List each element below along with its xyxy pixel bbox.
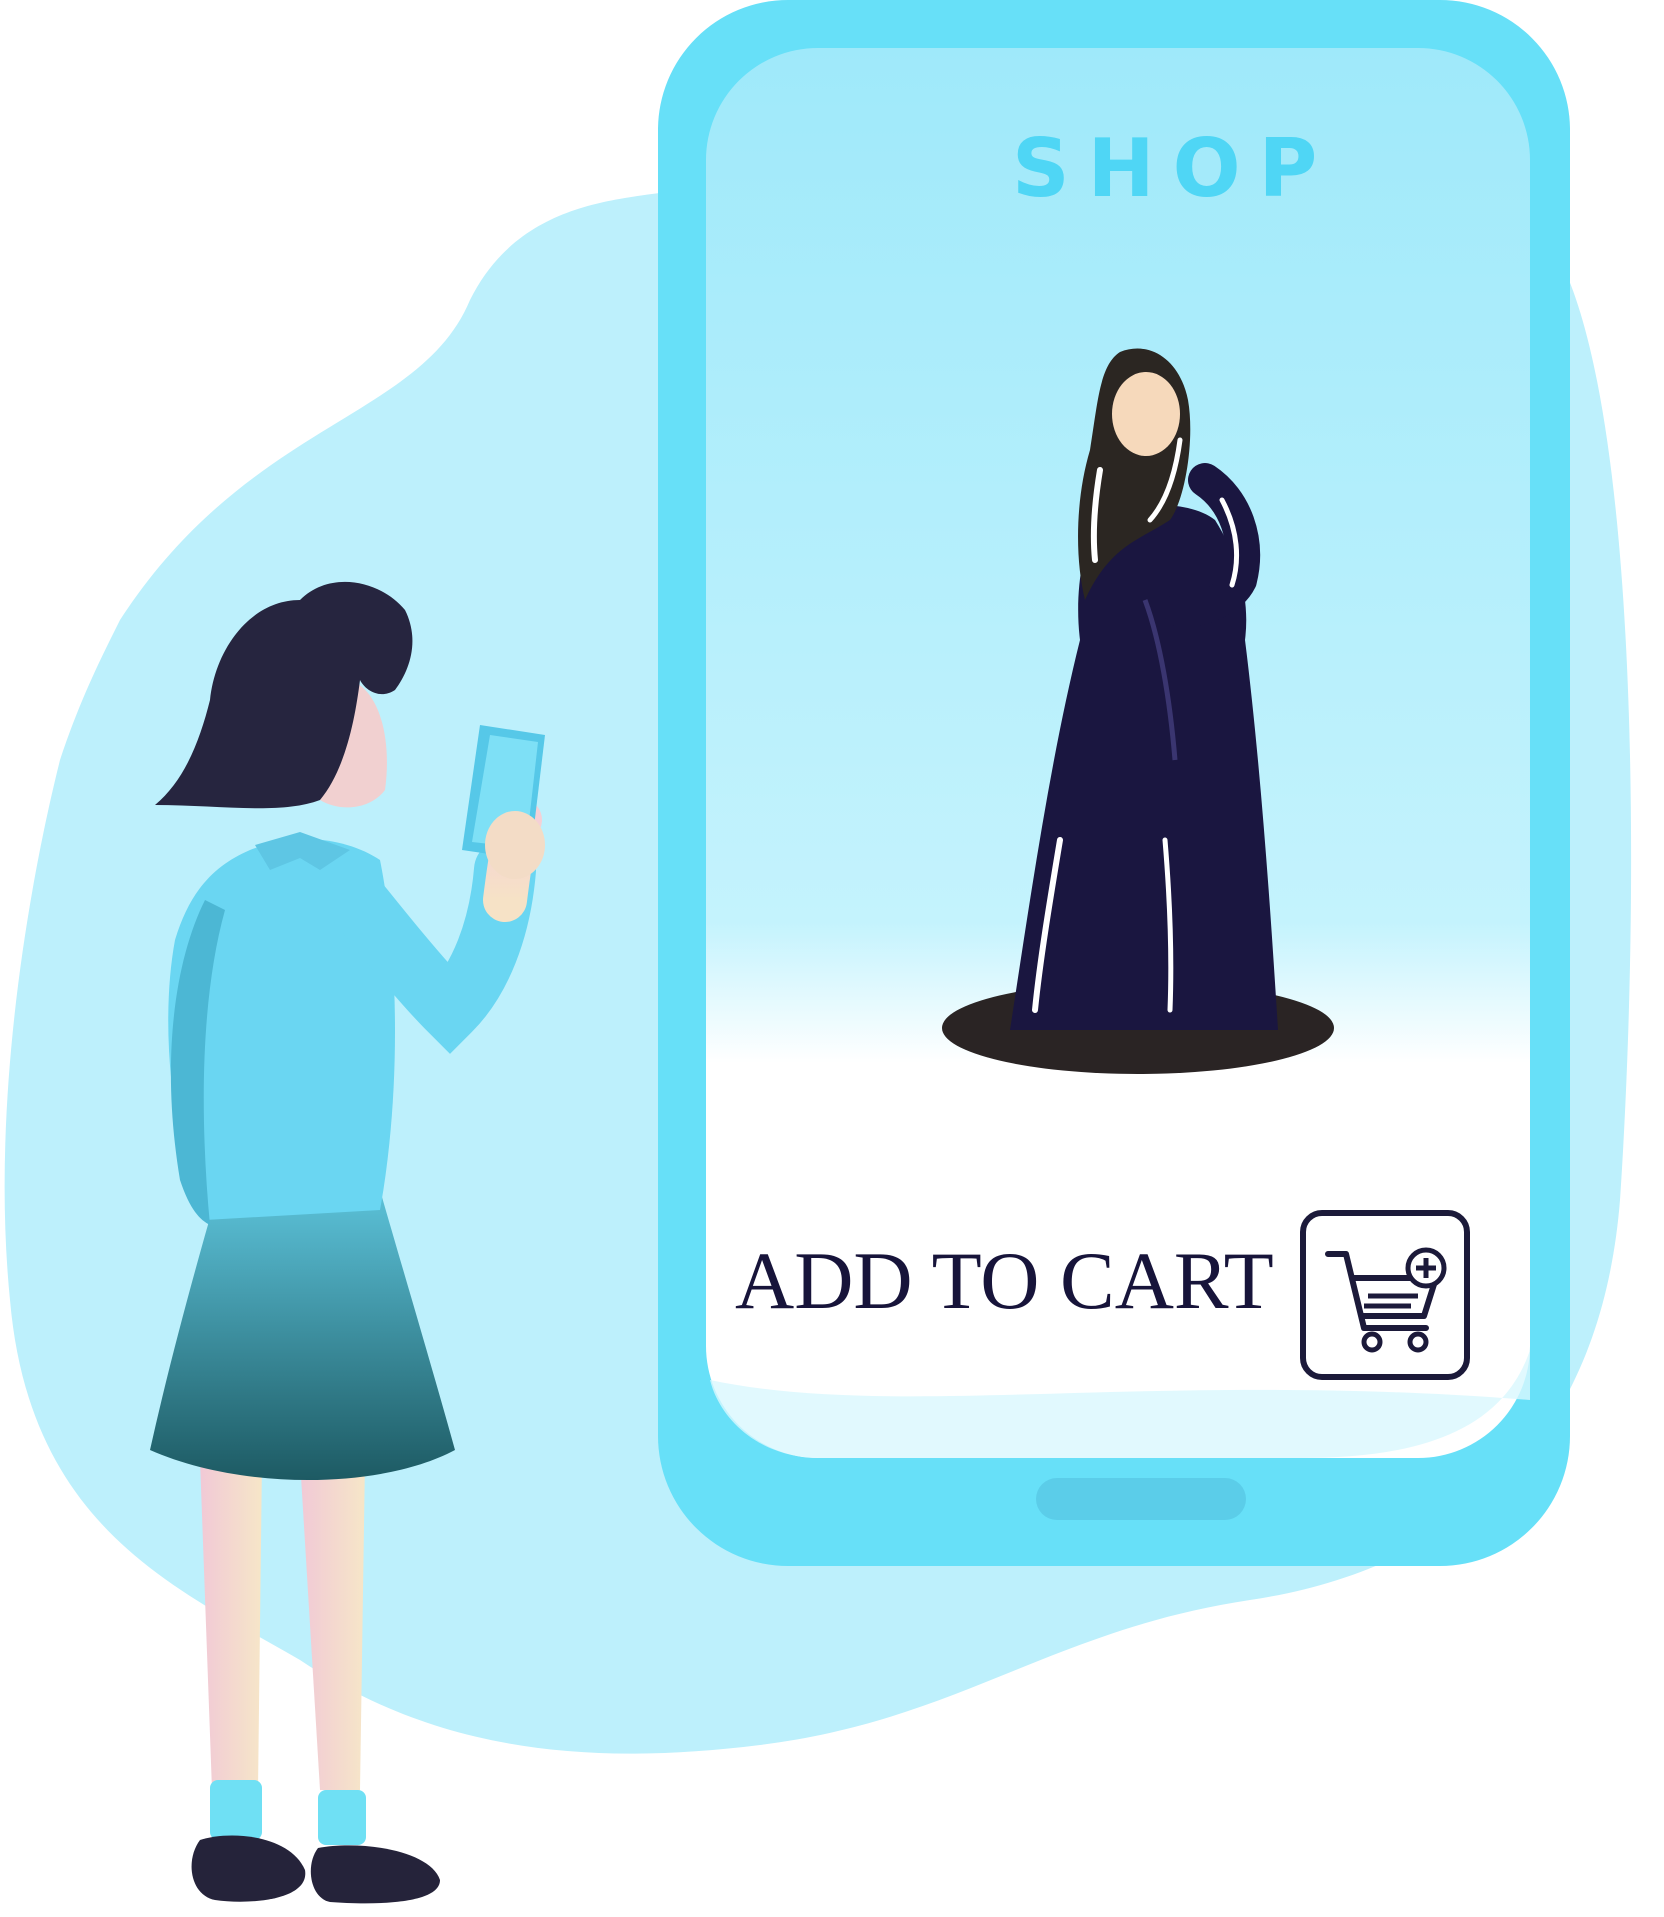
cart-plus-icon (1325, 1247, 1447, 1353)
shop-title: SHOP (1012, 122, 1336, 215)
add-to-cart-button[interactable] (1300, 1210, 1470, 1380)
illustration-scene: SHOP ADD TO CART (0, 0, 1664, 1913)
add-to-cart-label[interactable]: ADD TO CART (735, 1240, 1274, 1322)
phone-home-button[interactable] (1036, 1478, 1246, 1520)
scene-artwork (4, 0, 1632, 1904)
